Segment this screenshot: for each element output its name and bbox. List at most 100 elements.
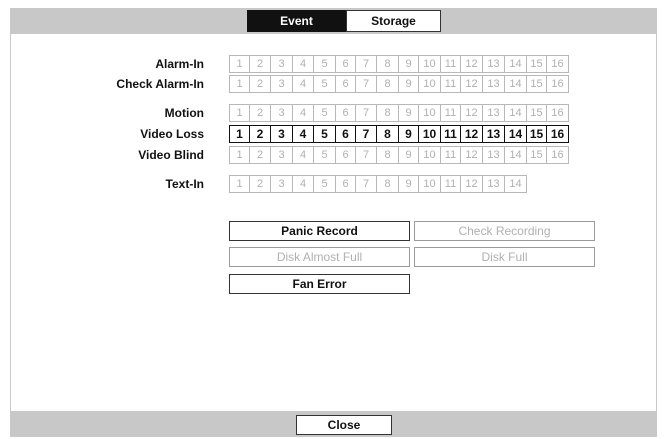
channel-cell[interactable]: 2 (249, 125, 271, 143)
channel-cell[interactable]: 6 (335, 175, 356, 193)
channel-cell[interactable]: 2 (249, 55, 271, 73)
channel-cell[interactable]: 12 (460, 175, 483, 193)
close-button[interactable]: Close (296, 415, 392, 435)
channel-cell[interactable]: 11 (440, 146, 461, 164)
channel-cell[interactable]: 14 (504, 55, 527, 73)
channel-cell[interactable]: 4 (292, 104, 314, 122)
channel-cell[interactable]: 12 (460, 55, 483, 73)
channel-cell[interactable]: 10 (418, 104, 441, 122)
channel-cell[interactable]: 16 (546, 146, 569, 164)
channel-cell[interactable]: 15 (526, 104, 547, 122)
channel-cell[interactable]: 8 (376, 104, 399, 122)
channel-cell[interactable]: 11 (440, 175, 461, 193)
channel-cell[interactable]: 6 (335, 55, 356, 73)
channel-cell[interactable]: 13 (482, 175, 505, 193)
channel-cell[interactable]: 12 (460, 146, 483, 164)
channel-cell[interactable]: 5 (313, 146, 336, 164)
channel-cell[interactable]: 7 (355, 104, 377, 122)
channel-cell[interactable]: 7 (355, 146, 377, 164)
channel-cell[interactable]: 6 (335, 125, 356, 143)
channel-cell[interactable]: 11 (440, 55, 461, 73)
channel-cell[interactable]: 12 (460, 104, 483, 122)
channel-cell[interactable]: 8 (376, 175, 399, 193)
channel-cell[interactable]: 3 (270, 125, 293, 143)
channel-cell[interactable]: 6 (335, 104, 356, 122)
channel-cell[interactable]: 16 (546, 104, 569, 122)
disk-almost-full-button[interactable]: Disk Almost Full (229, 247, 410, 267)
channel-cell[interactable]: 8 (376, 146, 399, 164)
channel-cell[interactable]: 9 (398, 104, 419, 122)
channel-cell[interactable]: 1 (229, 146, 250, 164)
channel-cell[interactable]: 6 (335, 146, 356, 164)
channel-cell[interactable]: 2 (249, 146, 271, 164)
channel-cell[interactable]: 4 (292, 175, 314, 193)
channel-cell[interactable]: 11 (440, 104, 461, 122)
channel-cell[interactable]: 5 (313, 125, 336, 143)
channel-cell[interactable]: 12 (460, 75, 483, 93)
channel-cell[interactable]: 3 (270, 146, 293, 164)
channel-cell[interactable]: 16 (546, 75, 569, 93)
channel-cell[interactable]: 3 (270, 104, 293, 122)
channel-cell[interactable]: 12 (460, 125, 483, 143)
channel-cell[interactable]: 8 (376, 125, 399, 143)
channel-cell[interactable]: 14 (504, 125, 527, 143)
channel-cell[interactable]: 15 (526, 125, 547, 143)
channel-cell[interactable]: 13 (482, 146, 505, 164)
channel-cell[interactable]: 9 (398, 125, 419, 143)
channel-cell[interactable]: 4 (292, 146, 314, 164)
channel-cell[interactable]: 13 (482, 55, 505, 73)
channel-cell[interactable]: 14 (504, 75, 527, 93)
channel-cell[interactable]: 5 (313, 75, 336, 93)
channel-cell[interactable]: 6 (335, 75, 356, 93)
channel-cell[interactable]: 7 (355, 55, 377, 73)
channel-cell[interactable]: 10 (418, 146, 441, 164)
channel-cell[interactable]: 8 (376, 55, 399, 73)
channel-cell[interactable]: 9 (398, 175, 419, 193)
channel-cell[interactable]: 10 (418, 55, 441, 73)
channel-cell[interactable]: 4 (292, 125, 314, 143)
channel-cell[interactable]: 9 (398, 75, 419, 93)
channel-cell[interactable]: 14 (504, 146, 527, 164)
fan-error-button[interactable]: Fan Error (229, 274, 410, 294)
channel-cell[interactable]: 5 (313, 55, 336, 73)
channel-cell[interactable]: 2 (249, 175, 271, 193)
channel-cell[interactable]: 1 (229, 55, 250, 73)
channel-cell[interactable]: 9 (398, 146, 419, 164)
channel-cell[interactable]: 13 (482, 125, 505, 143)
channel-cell[interactable]: 4 (292, 55, 314, 73)
channel-cell[interactable]: 1 (229, 104, 250, 122)
channel-cell[interactable]: 10 (418, 175, 441, 193)
channel-cell[interactable]: 1 (229, 175, 250, 193)
channel-cell[interactable]: 4 (292, 75, 314, 93)
channel-cell[interactable]: 13 (482, 75, 505, 93)
channel-cell[interactable]: 9 (398, 55, 419, 73)
channel-cell[interactable]: 14 (504, 104, 527, 122)
channel-cell[interactable]: 11 (440, 125, 461, 143)
channel-cell[interactable]: 16 (546, 125, 569, 143)
disk-full-button[interactable]: Disk Full (414, 247, 595, 267)
channel-cell[interactable]: 3 (270, 175, 293, 193)
tab-storage[interactable]: Storage (346, 10, 441, 32)
channel-cell[interactable]: 10 (418, 75, 441, 93)
channel-cell[interactable]: 2 (249, 104, 271, 122)
channel-cell[interactable]: 13 (482, 104, 505, 122)
channel-cell[interactable]: 7 (355, 175, 377, 193)
channel-cell[interactable]: 7 (355, 75, 377, 93)
channel-cell[interactable]: 8 (376, 75, 399, 93)
tab-event[interactable]: Event (247, 10, 346, 32)
channel-cell[interactable]: 1 (229, 125, 250, 143)
channel-cell[interactable]: 5 (313, 175, 336, 193)
channel-cell[interactable]: 15 (526, 146, 547, 164)
check-recording-button[interactable]: Check Recording (414, 221, 595, 241)
panic-record-button[interactable]: Panic Record (229, 221, 410, 241)
channel-cell[interactable]: 11 (440, 75, 461, 93)
channel-cell[interactable]: 15 (526, 75, 547, 93)
channel-cell[interactable]: 7 (355, 125, 377, 143)
channel-cell[interactable]: 14 (504, 175, 527, 193)
channel-cell[interactable]: 5 (313, 104, 336, 122)
channel-cell[interactable]: 3 (270, 55, 293, 73)
channel-cell[interactable]: 15 (526, 55, 547, 73)
channel-cell[interactable]: 16 (546, 55, 569, 73)
channel-cell[interactable]: 2 (249, 75, 271, 93)
channel-cell[interactable]: 1 (229, 75, 250, 93)
